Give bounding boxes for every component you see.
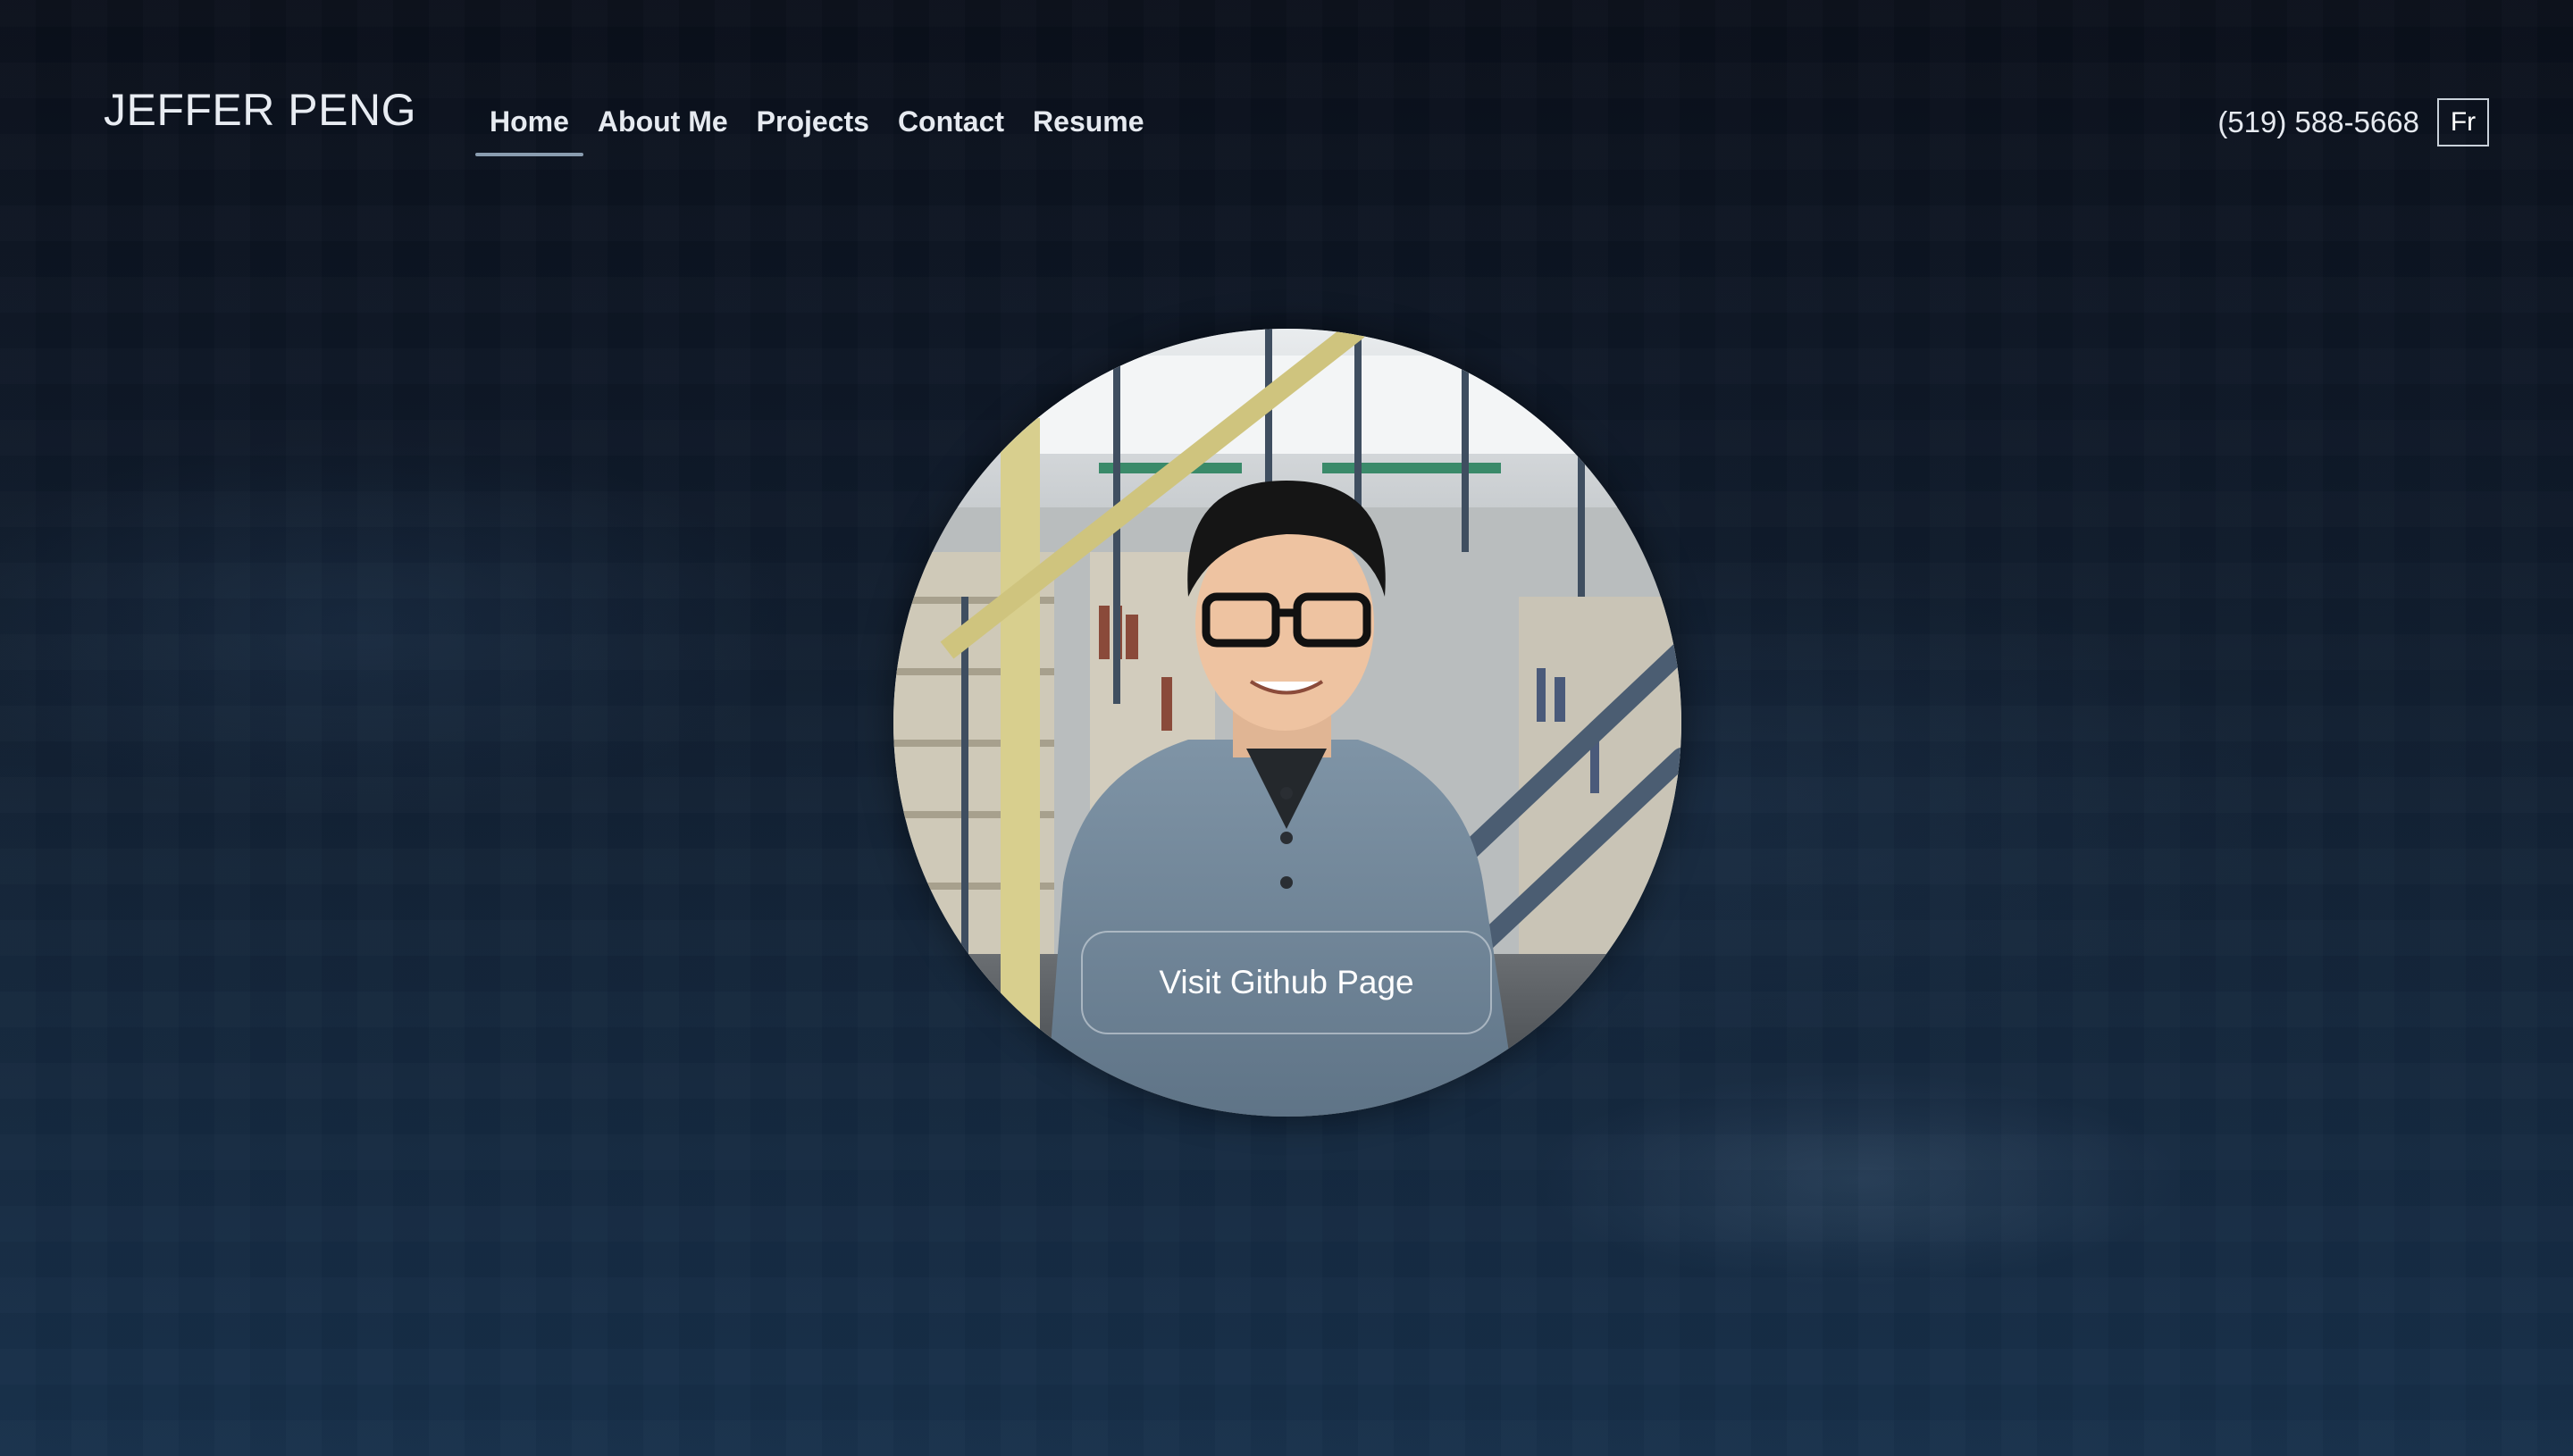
nav-resume[interactable]: Resume (1018, 100, 1159, 156)
main-nav: Home About Me Projects Contact Resume (475, 100, 1159, 156)
site-header: JEFFER PENG Home About Me Projects Conta… (0, 0, 2573, 179)
nav-about-me[interactable]: About Me (583, 100, 742, 156)
visit-github-button[interactable]: Visit Github Page (1081, 931, 1492, 1034)
language-toggle-button[interactable]: Fr (2437, 98, 2489, 146)
site-logo[interactable]: JEFFER PENG (104, 84, 416, 136)
nav-home[interactable]: Home (475, 100, 583, 156)
nav-contact[interactable]: Contact (884, 100, 1018, 156)
phone-number[interactable]: (519) 588-5668 (2217, 105, 2419, 139)
nav-projects[interactable]: Projects (742, 100, 884, 156)
